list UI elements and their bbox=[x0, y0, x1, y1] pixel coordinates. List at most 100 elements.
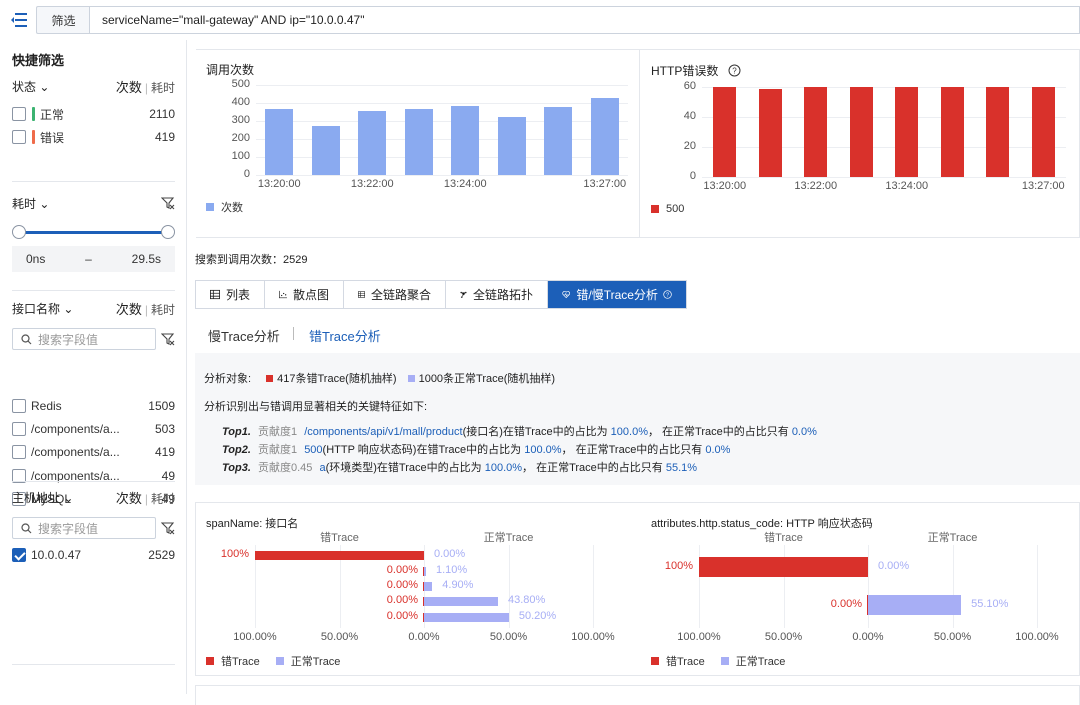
normal-bar[interactable] bbox=[424, 566, 426, 576]
subtab-slow-trace[interactable]: 慢Trace分析 bbox=[208, 326, 280, 345]
grid-line bbox=[702, 87, 1066, 88]
tab-trace-aggregation[interactable]: 全链路聚合 bbox=[344, 281, 446, 308]
errors-legend[interactable]: 500 bbox=[651, 203, 684, 215]
error-bar[interactable] bbox=[699, 557, 868, 577]
x-tick-label: 13:22:00 bbox=[794, 180, 838, 192]
grid-line bbox=[256, 85, 628, 86]
sort-by-time[interactable]: 耗时 bbox=[151, 303, 175, 317]
duration-slider-min-handle[interactable] bbox=[12, 225, 26, 239]
sort-by-count[interactable]: 次数 bbox=[116, 302, 142, 317]
host-item[interactable]: 10.0.0.47 2529 bbox=[12, 546, 175, 564]
legend-item-error[interactable]: 错Trace bbox=[666, 653, 705, 669]
clear-filter-icon[interactable] bbox=[161, 521, 175, 535]
legend-item-normal[interactable]: 正常Trace bbox=[291, 653, 341, 669]
checkbox-checked[interactable] bbox=[12, 548, 26, 562]
menu-collapse-icon[interactable] bbox=[10, 12, 28, 28]
bar[interactable] bbox=[758, 88, 782, 177]
interface-item[interactable]: /components/a... 503 bbox=[12, 420, 175, 438]
clear-filter-icon[interactable] bbox=[161, 332, 175, 346]
bar[interactable] bbox=[804, 87, 828, 177]
tab-scatter[interactable]: 散点图 bbox=[265, 281, 344, 308]
tab-trace-topology[interactable]: 全链路拓扑 bbox=[446, 281, 548, 308]
normal-bar[interactable] bbox=[424, 596, 499, 606]
bar[interactable] bbox=[451, 105, 480, 175]
error-value-label: 0.00% bbox=[386, 594, 418, 606]
status-item-error[interactable]: 错误 419 bbox=[12, 128, 175, 146]
status-filter-toggle[interactable]: 状态 ⌄ bbox=[12, 78, 49, 95]
top-bar: 筛选 serviceName="mall-gateway" AND ip="10… bbox=[0, 0, 1080, 40]
x-tick-label: 100.00% bbox=[233, 631, 277, 643]
interface-item[interactable]: /components/a... 419 bbox=[12, 443, 175, 461]
normal-bar[interactable] bbox=[868, 595, 962, 615]
error-column-header: 错Trace bbox=[764, 532, 803, 544]
host-search-input[interactable]: 搜索字段值 bbox=[12, 517, 156, 539]
bar[interactable] bbox=[940, 87, 964, 177]
normal-bar[interactable] bbox=[424, 612, 509, 622]
bar[interactable] bbox=[404, 109, 433, 175]
checkbox[interactable] bbox=[12, 399, 26, 413]
bar[interactable] bbox=[358, 111, 387, 175]
duration-slider-max-handle[interactable] bbox=[161, 225, 175, 239]
tab-list[interactable]: 列表 bbox=[196, 281, 265, 308]
legend-item-error[interactable]: 错Trace bbox=[221, 653, 260, 669]
x-tick-label: 13:22:00 bbox=[350, 178, 394, 190]
clear-filter-icon[interactable] bbox=[161, 196, 175, 210]
grid-line bbox=[593, 545, 594, 628]
sort-by-count[interactable]: 次数 bbox=[116, 491, 142, 506]
calls-legend[interactable]: 次数 bbox=[206, 199, 243, 215]
chevron-down-icon: ⌄ bbox=[63, 490, 74, 505]
help-icon[interactable]: ? bbox=[663, 288, 672, 301]
filter-button[interactable]: 筛选 bbox=[36, 6, 90, 34]
feature-chart-title: spanName: 接口名 bbox=[206, 518, 299, 530]
checkbox[interactable] bbox=[12, 107, 26, 121]
subtab-error-trace[interactable]: 错Trace分析 bbox=[309, 326, 381, 345]
bar[interactable] bbox=[497, 116, 526, 175]
error-bar[interactable] bbox=[255, 550, 424, 560]
interface-item[interactable]: /components/a... 49 bbox=[12, 467, 175, 485]
status-filter-header: 状态 ⌄ 次数 | 耗时 bbox=[12, 78, 175, 95]
help-icon[interactable]: ? bbox=[728, 64, 741, 77]
duration-filter-toggle[interactable]: 耗时 ⌄ bbox=[12, 195, 49, 212]
tab-error-slow-trace-analysis[interactable]: 错/慢Trace分析 ? bbox=[548, 281, 686, 308]
sort-by-time[interactable]: 耗时 bbox=[151, 492, 175, 506]
y-tick-label: 500 bbox=[231, 78, 250, 90]
error-column-header: 错Trace bbox=[320, 532, 359, 544]
grid-line bbox=[509, 545, 510, 628]
interface-item[interactable]: Redis 1509 bbox=[12, 397, 175, 415]
host-filter-toggle[interactable]: 主机地址 ⌄ bbox=[12, 489, 73, 506]
x-tick-label: 0.00% bbox=[408, 631, 440, 643]
error-value-label: 0.00% bbox=[386, 564, 418, 576]
bar[interactable] bbox=[544, 106, 573, 175]
legend-item-normal[interactable]: 正常Trace bbox=[736, 653, 786, 669]
interface-search-input[interactable]: 搜索字段值 bbox=[12, 328, 156, 350]
checkbox[interactable] bbox=[12, 130, 26, 144]
bar[interactable] bbox=[895, 87, 919, 177]
x-tick-label: 13:24:00 bbox=[443, 178, 487, 190]
analysis-target: 分析对象: 417条错Trace(随机抽样) 1000条正常Trace(随机抽样… bbox=[204, 373, 556, 385]
bar[interactable] bbox=[1031, 87, 1055, 177]
query-input[interactable]: serviceName="mall-gateway" AND ip="10.0.… bbox=[89, 6, 1080, 34]
y-tick-label: 200 bbox=[231, 132, 250, 144]
sort-by-time[interactable]: 耗时 bbox=[151, 81, 175, 95]
svg-text:?: ? bbox=[732, 67, 737, 76]
bar[interactable] bbox=[265, 109, 294, 175]
duration-slider-track[interactable] bbox=[18, 231, 168, 234]
status-item-normal[interactable]: 正常 2110 bbox=[12, 105, 175, 123]
sort-by-count[interactable]: 次数 bbox=[116, 80, 142, 95]
divider bbox=[12, 481, 175, 482]
checkbox[interactable] bbox=[12, 422, 26, 436]
bar[interactable] bbox=[849, 87, 873, 177]
bar[interactable] bbox=[311, 125, 340, 175]
bar[interactable] bbox=[590, 97, 619, 175]
checkbox[interactable] bbox=[12, 445, 26, 459]
bar[interactable] bbox=[713, 87, 737, 177]
interface-filter-toggle[interactable]: 接口名称 ⌄ bbox=[12, 300, 73, 317]
y-tick-label: 20 bbox=[683, 140, 696, 152]
chevron-down-icon: ⌄ bbox=[63, 301, 74, 316]
chevron-down-icon: ⌄ bbox=[39, 79, 50, 94]
normal-value-label: 0.00% bbox=[878, 560, 910, 572]
legend-swatch bbox=[651, 205, 659, 213]
bar[interactable] bbox=[986, 87, 1010, 177]
duration-filter-header: 耗时 ⌄ bbox=[12, 195, 175, 211]
normal-bar[interactable] bbox=[424, 581, 433, 591]
